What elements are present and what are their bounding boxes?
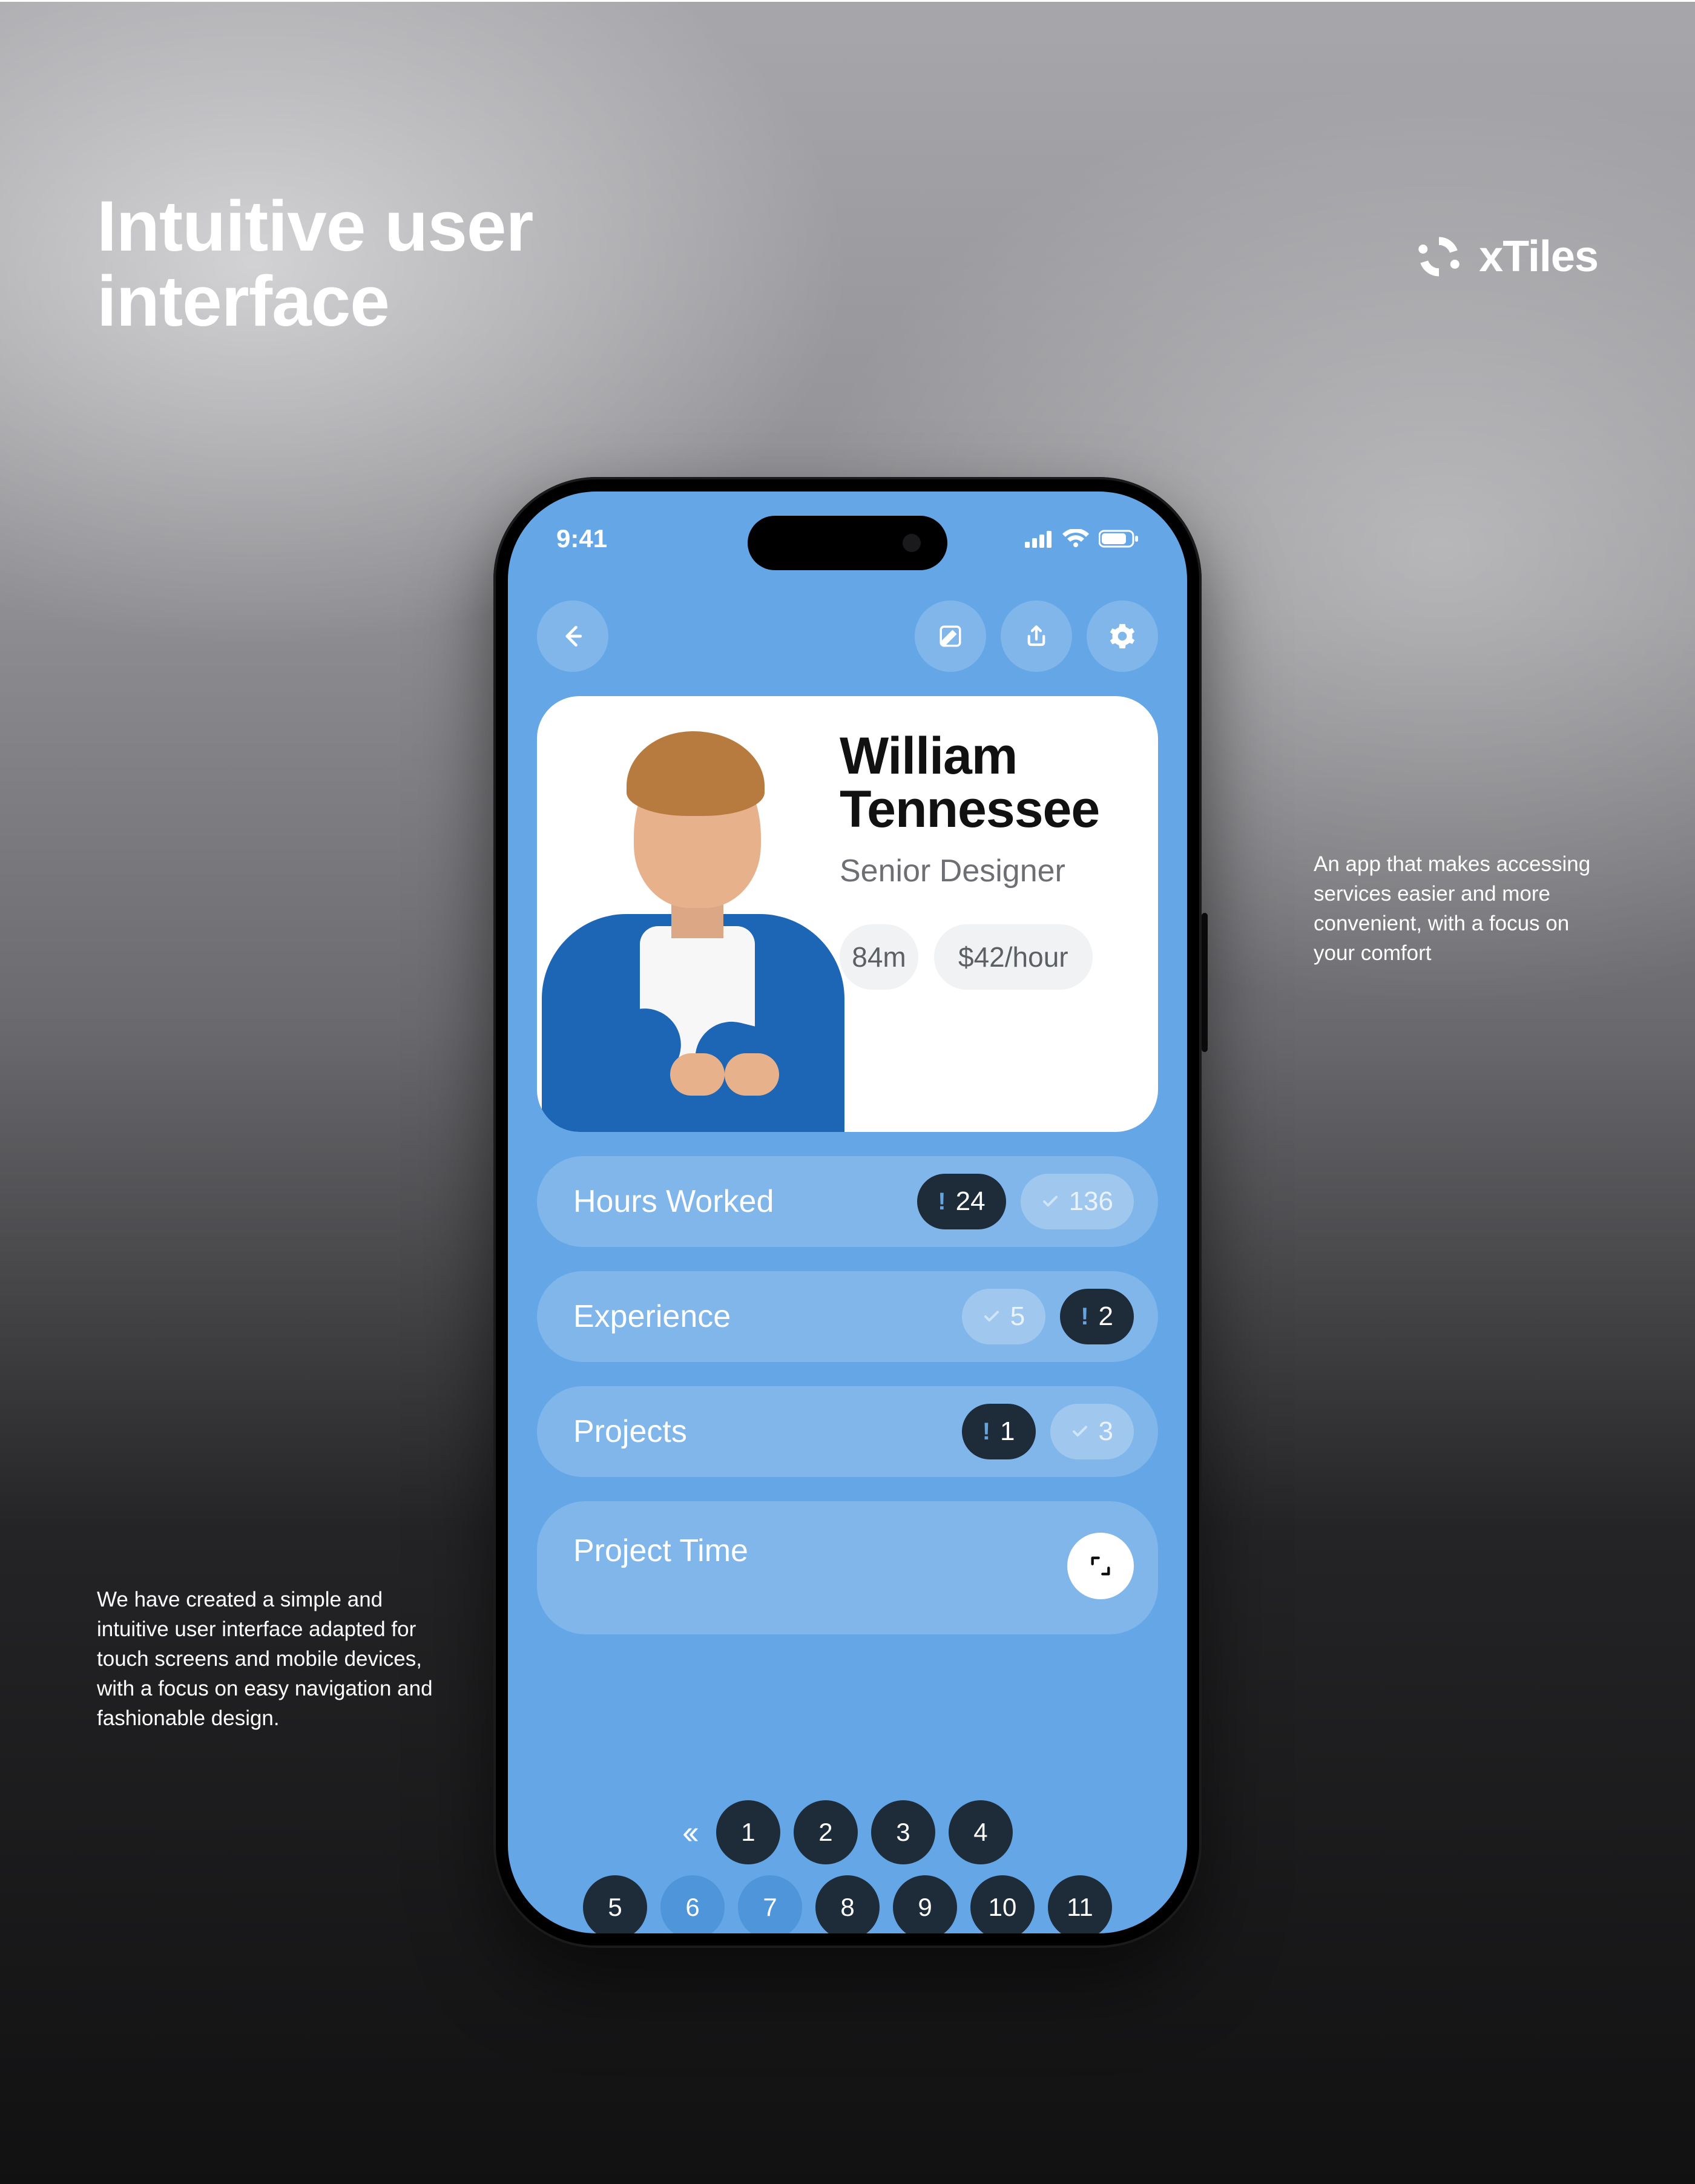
page-5[interactable]: 5 (583, 1875, 647, 1933)
status-icons (1025, 529, 1139, 548)
arrow-left-icon (559, 623, 586, 650)
headline: Intuitive user interface (97, 189, 533, 340)
dynamic-island (748, 516, 947, 570)
page-2[interactable]: 2 (794, 1800, 858, 1864)
page-4[interactable]: 4 (949, 1800, 1013, 1864)
avatar (537, 730, 840, 1132)
edit-button[interactable] (915, 600, 986, 672)
marketing-slide: Intuitive user interface xTiles An app t… (0, 0, 1695, 2184)
brand-logo-icon (1415, 232, 1463, 281)
page-9[interactable]: 9 (893, 1875, 957, 1933)
page-6[interactable]: 6 (660, 1875, 725, 1933)
row-projects[interactable]: Projects ! 1 3 (537, 1386, 1158, 1477)
alert-icon: ! (1081, 1303, 1088, 1330)
alert-icon: ! (982, 1418, 990, 1446)
pill-exp-done-value: 5 (1010, 1301, 1025, 1332)
pill-exp-alert-value: 2 (1099, 1301, 1113, 1332)
pill-hours-alert-value: 24 (956, 1186, 986, 1217)
pill-hours-done-value: 136 (1069, 1186, 1113, 1217)
phone-screen: 9:41 (508, 492, 1187, 1933)
check-icon (1071, 1423, 1089, 1441)
back-button[interactable] (537, 600, 608, 672)
pager-row-bottom: 5 6 7 8 9 10 11 (583, 1875, 1112, 1933)
profile-name: William Tennessee (840, 730, 1122, 836)
expand-icon (1088, 1554, 1113, 1578)
profile-card: William Tennessee Senior Designer 84m $4… (537, 696, 1158, 1132)
callout-right: An app that makes accessing services eas… (1314, 849, 1598, 968)
status-time: 9:41 (556, 524, 607, 553)
settings-button[interactable] (1087, 600, 1158, 672)
row-label-projects: Projects (573, 1413, 947, 1450)
phone-frame: 9:41 (493, 477, 1202, 1948)
brand-name: xTiles (1479, 232, 1598, 281)
page-10[interactable]: 10 (970, 1875, 1035, 1933)
row-hours-worked[interactable]: Hours Worked ! 24 136 (537, 1156, 1158, 1247)
profile-name-line1: William (840, 730, 1122, 783)
pill-proj-alert[interactable]: ! 1 (962, 1404, 1036, 1459)
toolbar (537, 600, 1158, 672)
row-label-project-time: Project Time (573, 1533, 1053, 1569)
pill-proj-done[interactable]: 3 (1050, 1404, 1134, 1459)
cellular-icon (1025, 530, 1053, 548)
pill-proj-done-value: 3 (1099, 1416, 1113, 1447)
page-11[interactable]: 11 (1048, 1875, 1112, 1933)
profile-info: William Tennessee Senior Designer 84m $4… (840, 730, 1122, 1132)
brand: xTiles (1415, 232, 1598, 281)
pill-hours-alert[interactable]: ! 24 (917, 1174, 1005, 1229)
chip-rate[interactable]: $42/hour (934, 924, 1093, 990)
alert-icon: ! (938, 1188, 946, 1215)
page-3[interactable]: 3 (871, 1800, 935, 1864)
pill-exp-alert[interactable]: ! 2 (1060, 1289, 1134, 1344)
avatar-illustration (537, 714, 852, 1132)
pill-proj-alert-value: 1 (1000, 1416, 1015, 1447)
page-7[interactable]: 7 (738, 1875, 802, 1933)
page-8[interactable]: 8 (815, 1875, 880, 1933)
check-icon (982, 1307, 1001, 1326)
pager-row-top: ‹‹ 1 2 3 4 (682, 1800, 1013, 1864)
pill-exp-done[interactable]: 5 (962, 1289, 1045, 1344)
pager-prev[interactable]: ‹‹ (682, 1814, 694, 1851)
pill-hours-done[interactable]: 136 (1021, 1174, 1134, 1229)
headline-line-2: interface (97, 265, 533, 340)
wifi-icon (1062, 529, 1089, 548)
callout-left: We have created a simple and intuitive u… (97, 1585, 436, 1733)
row-project-time[interactable]: Project Time (537, 1501, 1158, 1634)
gear-icon (1109, 623, 1136, 650)
profile-role: Senior Designer (840, 853, 1122, 889)
pager: ‹‹ 1 2 3 4 5 6 7 8 9 10 11 (508, 1800, 1187, 1933)
app-content: William Tennessee Senior Designer 84m $4… (508, 492, 1187, 1933)
profile-name-line2: Tennessee (840, 783, 1122, 837)
check-icon (1041, 1192, 1059, 1211)
expand-button[interactable] (1067, 1533, 1134, 1599)
battery-icon (1099, 529, 1139, 548)
page-1[interactable]: 1 (716, 1800, 780, 1864)
share-icon (1024, 623, 1049, 649)
share-button[interactable] (1001, 600, 1072, 672)
edit-icon (938, 623, 963, 649)
profile-chips: 84m $42/hour (840, 924, 1122, 990)
row-label-experience: Experience (573, 1298, 947, 1335)
row-experience[interactable]: Experience 5 ! 2 (537, 1271, 1158, 1362)
row-label-hours: Hours Worked (573, 1183, 903, 1220)
headline-line-1: Intuitive user (97, 189, 533, 265)
